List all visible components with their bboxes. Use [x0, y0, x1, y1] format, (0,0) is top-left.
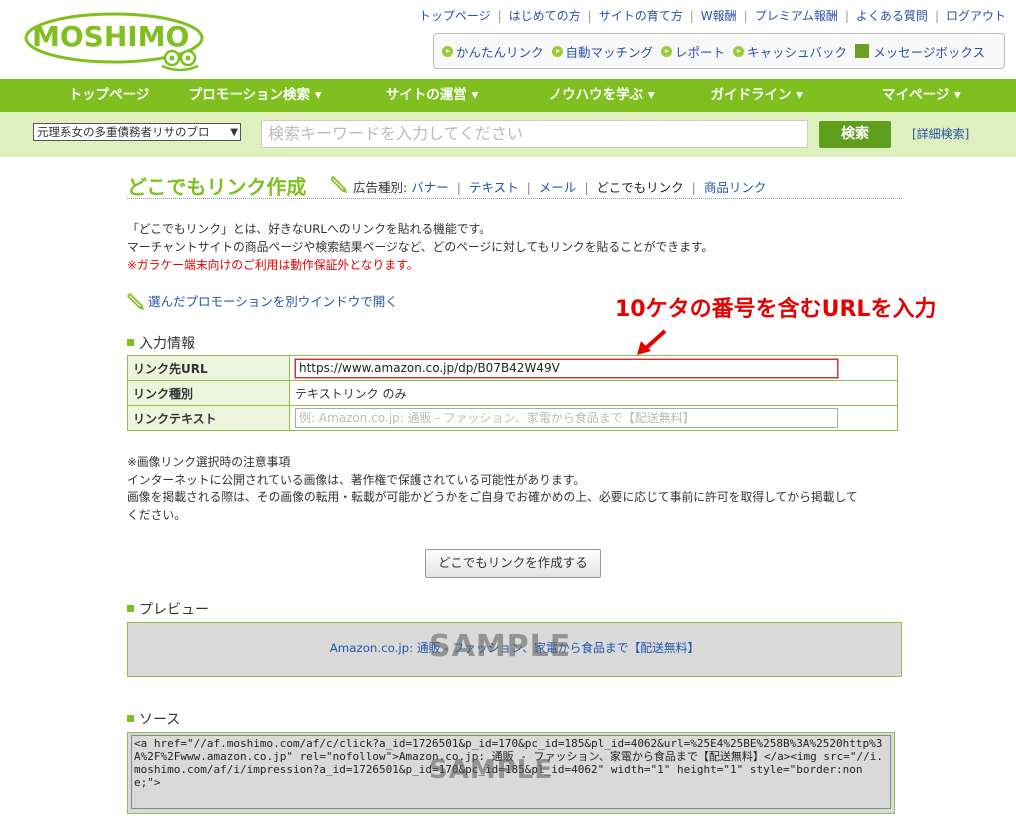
source-sample-watermark: SAMPLE: [429, 755, 554, 785]
toplink-beginner[interactable]: はじめての方: [509, 9, 581, 23]
advanced-search-link[interactable]: [詳細検索]: [912, 125, 969, 142]
preview-sample-watermark: SAMPLE: [429, 629, 572, 664]
toplink-premium-reward[interactable]: プレミアム報酬: [755, 9, 838, 23]
nav-mypage[interactable]: マイページ ▾: [827, 79, 1016, 112]
moshimo-logo[interactable]: MOSHIMO: [22, 8, 207, 74]
nav-site-management[interactable]: サイトの運営 ▾: [347, 79, 517, 112]
tool-report[interactable]: レポート: [661, 42, 725, 61]
tool-cashback[interactable]: キャッシュバック: [733, 42, 847, 61]
open-promotion-link[interactable]: 選んだプロモーションを別ウインドウで開く: [127, 291, 398, 310]
feature-phone-warning: ※ガラケー端末向けのご利用は動作保証外となります。: [127, 258, 419, 272]
adtype-mail[interactable]: メール: [539, 180, 577, 195]
ad-type-selector: 広告種別: バナー | テキスト | メール | どこでもリンク | 商品リンク: [353, 180, 767, 195]
svg-text:MOSHIMO: MOSHIMO: [32, 20, 189, 53]
search-button[interactable]: 検索: [819, 121, 891, 148]
play-icon: [551, 45, 563, 57]
title-divider: [127, 198, 902, 199]
tool-auto-matching[interactable]: 自動マッチング: [551, 42, 653, 61]
nav-promotion-search[interactable]: プロモーション検索 ▾: [163, 79, 347, 112]
link-type-value: テキストリンク のみ: [289, 380, 898, 406]
pencil-icon: [127, 292, 145, 310]
site-select[interactable]: 元理系女の多重債務者リサのブロ ▼: [33, 123, 241, 141]
toplink-top[interactable]: トップページ: [419, 9, 491, 23]
input-table: リンク先URL https://www.amazon.co.jp/dp/B07B…: [127, 355, 898, 431]
page-title: どこでもリンク作成: [127, 175, 307, 199]
chevron-down-icon: ▼: [230, 124, 238, 140]
tool-links: かんたんリンク 自動マッチング レポート キャッシュバック メッセージボックス: [433, 33, 1005, 69]
preview-heading: プレビュー: [127, 599, 209, 619]
adtype-banner[interactable]: バナー: [411, 180, 449, 195]
top-links: トップページ | はじめての方 | サイトの育て方 | W報酬 | プレミアム報酬 | よくある質問…: [418, 9, 1006, 23]
source-heading: ソース: [127, 709, 180, 729]
bullet-square-icon: [127, 715, 134, 722]
link-text-input[interactable]: 例: Amazon.co.jp: 通販 - ファッション、家電から食品まで【配送…: [295, 408, 838, 428]
create-link-button[interactable]: どこでもリンクを作成する: [425, 549, 601, 578]
toplink-faq[interactable]: よくある質問: [856, 9, 928, 23]
toplink-grow-site[interactable]: サイトの育て方: [599, 9, 683, 23]
intro-text: 「どこでもリンク」とは、好きなURLへのリンクを貼れる機能です。 マーチャントサ…: [127, 222, 714, 272]
pencil-icon: [331, 175, 347, 193]
search-bar: 元理系女の多重債務者リサのブロ ▼ 検索キーワードを入力してください 検索 [詳細…: [0, 112, 1016, 157]
toplink-w-reward[interactable]: W報酬: [701, 9, 737, 23]
adtype-text[interactable]: テキスト: [469, 180, 519, 195]
nav-learn-knowhow[interactable]: ノウハウを学ぶ ▾: [517, 79, 687, 112]
tool-message-box[interactable]: メッセージボックス: [855, 42, 985, 61]
play-icon: [661, 45, 673, 57]
tool-easy-link[interactable]: かんたんリンク: [442, 42, 544, 61]
play-icon: [442, 45, 453, 57]
bullet-square-icon: [127, 605, 134, 612]
input-section-heading: 入力情報: [127, 333, 195, 353]
message-box-icon: [855, 44, 870, 58]
adtype-product-link[interactable]: 商品リンク: [704, 180, 767, 195]
link-type-label: リンク種別: [127, 380, 290, 406]
url-label: リンク先URL: [127, 355, 290, 381]
play-icon: [733, 45, 745, 57]
bullet-square-icon: [127, 339, 134, 346]
adtype-anywhere-link: どこでもリンク: [596, 180, 684, 195]
image-link-notes: ※画像リンク選択時の注意事項 インターネットに公開されている画像は、著作権で保護…: [127, 455, 858, 522]
link-text-label: リンクテキスト: [127, 405, 290, 431]
search-input[interactable]: 検索キーワードを入力してください: [261, 120, 808, 148]
nav-guideline[interactable]: ガイドライン ▾: [686, 79, 827, 112]
annotation-text: 10ケタの番号を含むURLを入力: [615, 297, 937, 322]
toplink-logout[interactable]: ログアウト: [946, 9, 1006, 23]
annotation-arrow-icon: [637, 329, 667, 355]
url-input[interactable]: https://www.amazon.co.jp/dp/B07B42W49V: [295, 358, 838, 378]
main-nav: トップページ プロモーション検索 ▾ サイトの運営 ▾ ノウハウを学ぶ ▾ ガイ…: [0, 79, 1016, 112]
